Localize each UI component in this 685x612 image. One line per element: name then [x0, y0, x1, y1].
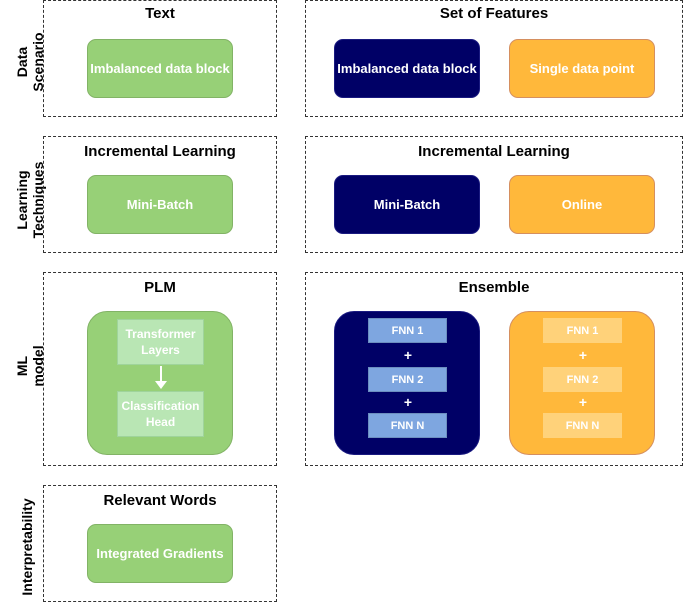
row-label-learning-techniques: Learning Techniques — [14, 150, 46, 250]
imbalanced-data-block-features: Imbalanced data block — [334, 39, 480, 98]
panel-title: Set of Features — [439, 5, 549, 22]
transformer-layers-box: Transformer Layers — [117, 319, 204, 365]
plm-container: Transformer Layers Classification Head — [87, 311, 233, 455]
fnn-box: FNN 1 — [368, 318, 447, 343]
panel-title: Relevant Words — [103, 492, 217, 509]
panel-ensemble: Ensemble FNN 1 + FNN 2 + FNN N FNN 1 + F… — [305, 272, 683, 466]
panel-title: Incremental Learning — [84, 143, 236, 160]
row-label-line: Data — [14, 46, 30, 78]
panel-title: PLM — [144, 279, 176, 296]
fnn-box: FNN 2 — [543, 367, 622, 392]
mini-batch-text-box: Mini-Batch — [87, 175, 233, 234]
panel-title: Text — [145, 5, 175, 22]
panel-text-learning: Incremental Learning Mini-Batch — [43, 136, 277, 253]
plus-icon: + — [403, 347, 413, 363]
plus-icon: + — [578, 347, 588, 363]
arrow-down-icon — [155, 366, 167, 389]
panel-text-data-scenario: Text Imbalanced data block — [43, 0, 277, 117]
classification-head-box: Classification Head — [117, 391, 204, 437]
panel-relevant-words: Relevant Words Integrated Gradients — [43, 485, 277, 602]
mini-batch-features-box: Mini-Batch — [334, 175, 480, 234]
row-label-interpretability: Interpretability — [19, 482, 35, 612]
panel-features-learning: Incremental Learning Mini-Batch Online — [305, 136, 683, 253]
panel-plm: PLM Transformer Layers Classification He… — [43, 272, 277, 466]
ensemble-orange-container: FNN 1 + FNN 2 + FNN N — [509, 311, 655, 455]
panel-title: Ensemble — [458, 279, 530, 296]
row-label-ml-model: ML model — [14, 326, 46, 406]
fnn-box: FNN N — [543, 413, 622, 438]
ensemble-navy-container: FNN 1 + FNN 2 + FNN N — [334, 311, 480, 455]
fnn-box: FNN 1 — [543, 318, 622, 343]
row-label-line: Learning — [14, 170, 30, 230]
fnn-box: FNN N — [368, 413, 447, 438]
fnn-box: FNN 2 — [368, 367, 447, 392]
single-data-point-box: Single data point — [509, 39, 655, 98]
imbalanced-data-block-text: Imbalanced data block — [87, 39, 233, 98]
panel-features-data-scenario: Set of Features Imbalanced data block Si… — [305, 0, 683, 117]
row-label-line: Interpretability — [19, 498, 35, 596]
panel-title: Incremental Learning — [418, 143, 570, 160]
row-label-line: ML — [14, 355, 30, 377]
online-box: Online — [509, 175, 655, 234]
plus-icon: + — [403, 394, 413, 410]
row-label-data-scenario: Data Scenario — [14, 22, 46, 102]
plus-icon: + — [578, 394, 588, 410]
integrated-gradients-box: Integrated Gradients — [87, 524, 233, 583]
